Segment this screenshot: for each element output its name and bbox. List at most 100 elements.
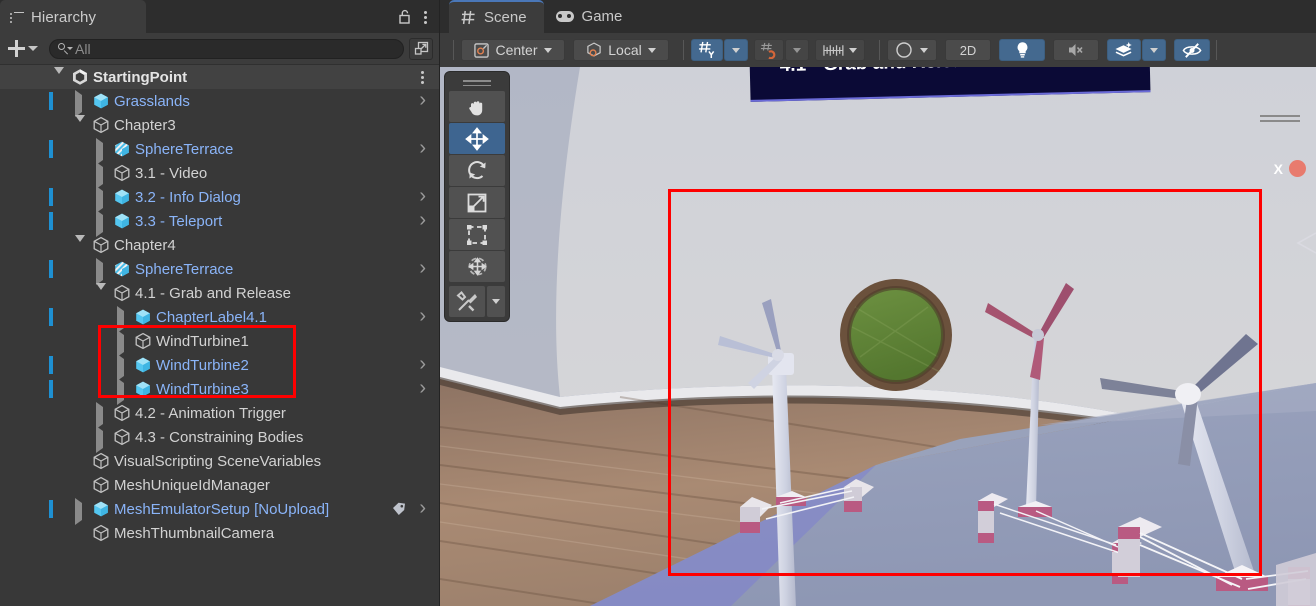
twisty-collapsed-icon[interactable] <box>96 402 108 429</box>
overlay-drag-handle[interactable] <box>449 76 505 90</box>
two-d-toggle-button[interactable]: 2D <box>945 39 991 61</box>
grid-snapping-button[interactable] <box>754 39 784 61</box>
gameobject-icon <box>92 116 110 134</box>
hierarchy-row[interactable]: VisualScripting SceneVariables <box>0 449 439 473</box>
handle-space-label: Local <box>608 42 642 58</box>
hand-pan-tool-icon[interactable] <box>449 91 505 122</box>
row-kebab-menu-icon[interactable] <box>421 69 425 85</box>
scene-effects-dropdown[interactable] <box>1142 39 1166 61</box>
open-prefab-chevron-icon[interactable]: › <box>419 138 426 158</box>
twisty-collapsed-icon[interactable] <box>96 138 108 165</box>
twisty-collapsed-icon[interactable] <box>117 378 129 405</box>
transform-tool-icon[interactable] <box>449 251 505 282</box>
hierarchy-row[interactable]: 3.3 - Teleport › <box>0 209 439 237</box>
scene-viewport[interactable]: 4.1 - Grab and Release X <box>440 67 1316 606</box>
pivot-mode-button[interactable]: Center <box>461 39 565 61</box>
search-icon[interactable] <box>58 43 73 54</box>
search-field[interactable] <box>49 38 404 59</box>
hierarchy-row[interactable]: Chapter4 <box>0 233 439 259</box>
grid-visibility-button[interactable] <box>691 39 723 61</box>
hidden-objects-button[interactable] <box>1174 39 1210 61</box>
popout-window-button[interactable] <box>409 37 433 60</box>
audio-mute-icon <box>1068 44 1083 56</box>
rotate-tool-icon[interactable] <box>449 155 505 186</box>
hierarchy-row[interactable]: Chapter3 <box>0 113 439 139</box>
hierarchy-row[interactable]: WindTurbine1 <box>0 329 439 357</box>
hierarchy-row[interactable]: 3.2 - Info Dialog › <box>0 185 439 213</box>
twisty-expanded-icon[interactable] <box>96 283 108 307</box>
twisty-collapsed-icon[interactable] <box>96 210 108 237</box>
grid-visibility-dropdown[interactable] <box>724 39 748 61</box>
scene-audio-button[interactable] <box>1053 39 1099 61</box>
handle-space-button[interactable]: Local <box>573 39 669 61</box>
twisty-collapsed-icon[interactable] <box>96 258 108 285</box>
scene-effects-button[interactable] <box>1107 39 1141 61</box>
hierarchy-row[interactable]: SphereTerrace › <box>0 137 439 165</box>
hierarchy-row[interactable]: MeshUniqueIdManager <box>0 473 439 497</box>
open-prefab-chevron-icon[interactable]: › <box>419 498 426 518</box>
prefab-indicator <box>49 188 53 206</box>
tab-game[interactable]: Game <box>544 0 640 33</box>
open-prefab-chevron-icon[interactable]: › <box>419 306 426 326</box>
tab-scene[interactable]: Scene <box>449 0 544 33</box>
hierarchy-row[interactable]: StartingPoint <box>0 65 439 91</box>
twisty-expanded-icon[interactable] <box>75 115 87 139</box>
twisty-collapsed-icon[interactable] <box>75 90 87 117</box>
open-prefab-chevron-icon[interactable]: › <box>419 210 426 230</box>
prefab-blue-icon <box>134 356 152 374</box>
grid-snapping-dropdown[interactable] <box>785 39 809 61</box>
move-tool-icon[interactable] <box>449 123 505 154</box>
hierarchy-row[interactable]: MeshEmulatorSetup [NoUpload] › <box>0 497 439 525</box>
list-icon <box>10 11 24 24</box>
scale-tool-icon[interactable] <box>449 187 505 218</box>
kebab-menu-icon[interactable] <box>424 9 428 25</box>
twisty-collapsed-icon[interactable] <box>117 306 129 333</box>
hierarchy-row[interactable]: WindTurbine2 › <box>0 353 439 381</box>
popout-window-icon <box>414 41 428 55</box>
open-prefab-chevron-icon[interactable]: › <box>419 90 426 110</box>
lock-open-icon[interactable] <box>399 9 412 24</box>
twisty-collapsed-icon[interactable] <box>75 498 87 525</box>
search-input[interactable] <box>75 40 397 57</box>
prefab-blue-icon <box>92 500 110 518</box>
scene-gizmo-axis-icon <box>1296 232 1316 254</box>
hierarchy-row[interactable]: Grasslands › <box>0 89 439 117</box>
scene-lighting-button[interactable] <box>999 39 1045 61</box>
hierarchy-row[interactable]: SphereTerrace › <box>0 257 439 285</box>
hierarchy-row[interactable]: 3.1 - Video <box>0 161 439 189</box>
twisty-expanded-icon[interactable] <box>75 235 87 259</box>
twisty-collapsed-icon[interactable] <box>117 354 129 381</box>
chevron-down-icon <box>28 46 38 51</box>
hierarchy-row-label: 3.1 - Video <box>135 164 208 182</box>
twisty-expanded-icon[interactable] <box>54 67 66 91</box>
hierarchy-row-label: 3.2 - Info Dialog <box>135 188 241 206</box>
rect-transform-tool-icon[interactable] <box>449 219 505 250</box>
open-prefab-chevron-icon[interactable]: › <box>419 354 426 374</box>
hierarchy-row[interactable]: MeshThumbnailCamera <box>0 521 439 545</box>
gameobject-icon <box>92 476 110 494</box>
draw-mode-button[interactable] <box>887 39 937 61</box>
twisty-collapsed-icon[interactable] <box>117 330 129 357</box>
twisty-collapsed-icon[interactable] <box>96 426 108 453</box>
open-prefab-chevron-icon[interactable]: › <box>419 186 426 206</box>
tab-hierarchy[interactable]: Hierarchy <box>0 0 146 33</box>
hierarchy-row[interactable]: 4.3 - Constraining Bodies <box>0 425 439 453</box>
hierarchy-row[interactable]: 4.2 - Animation Trigger <box>0 401 439 429</box>
add-gameobject-button[interactable] <box>5 38 41 60</box>
hierarchy-row[interactable]: WindTurbine3 › <box>0 377 439 405</box>
handle-local-icon <box>587 42 601 57</box>
custom-editor-tool-icon[interactable] <box>449 286 485 317</box>
chevron-down-icon <box>647 47 656 53</box>
twisty-collapsed-icon[interactable] <box>96 186 108 213</box>
snap-increment-button[interactable] <box>815 39 865 61</box>
twisty-collapsed-icon[interactable] <box>96 162 108 189</box>
open-prefab-chevron-icon[interactable]: › <box>419 378 426 398</box>
hierarchy-tree[interactable]: StartingPoint Grasslands › Chapter3 SphereTe… <box>0 65 439 606</box>
tab-hierarchy-label: Hierarchy <box>31 9 97 26</box>
scene-render <box>440 67 1316 606</box>
hierarchy-row[interactable]: ChapterLabel4.1 › <box>0 305 439 333</box>
open-prefab-chevron-icon[interactable]: › <box>419 258 426 278</box>
scene-gizmo-icon[interactable] <box>1289 160 1306 177</box>
custom-tool-dropdown[interactable] <box>487 286 505 317</box>
hierarchy-row[interactable]: 4.1 - Grab and Release <box>0 281 439 307</box>
